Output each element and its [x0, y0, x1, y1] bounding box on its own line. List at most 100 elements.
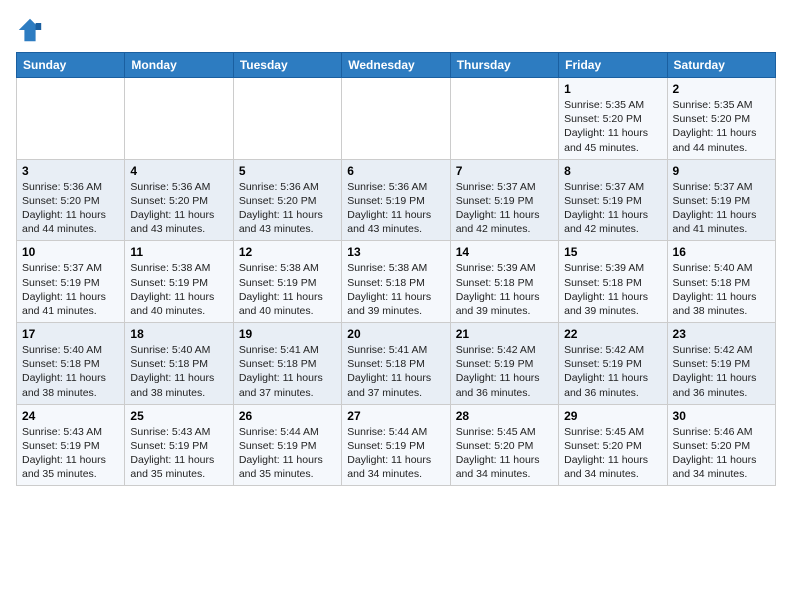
day-number: 21 — [456, 327, 553, 341]
day-info: Sunrise: 5:38 AM Sunset: 5:19 PM Dayligh… — [130, 261, 227, 318]
calendar-cell: 5 Sunrise: 5:36 AM Sunset: 5:20 PM Daylig… — [233, 159, 341, 241]
calendar-week-row: 10 Sunrise: 5:37 AM Sunset: 5:19 PM Dayli… — [17, 241, 776, 323]
day-number: 4 — [130, 164, 227, 178]
day-info: Sunrise: 5:44 AM Sunset: 5:19 PM Dayligh… — [347, 425, 444, 482]
calendar-cell: 18 Sunrise: 5:40 AM Sunset: 5:18 PM Dayli… — [125, 323, 233, 405]
calendar-body: 1 Sunrise: 5:35 AM Sunset: 5:20 PM Daylig… — [17, 78, 776, 486]
calendar-cell: 2Sunrise: 5:35 AM Sunset: 5:20 PM Daylig… — [667, 78, 775, 160]
day-info: Sunrise: 5:36 AM Sunset: 5:19 PM Dayligh… — [347, 180, 444, 237]
day-number: 22 — [564, 327, 661, 341]
day-info: Sunrise: 5:41 AM Sunset: 5:18 PM Dayligh… — [239, 343, 336, 400]
day-info: Sunrise: 5:40 AM Sunset: 5:18 PM Dayligh… — [22, 343, 119, 400]
day-number: 2 — [673, 82, 770, 96]
day-of-week-header: Wednesday — [342, 53, 450, 78]
calendar-cell: 11 Sunrise: 5:38 AM Sunset: 5:19 PM Dayli… — [125, 241, 233, 323]
calendar-cell: 3 Sunrise: 5:36 AM Sunset: 5:20 PM Daylig… — [17, 159, 125, 241]
calendar-cell — [342, 78, 450, 160]
calendar-cell: 21 Sunrise: 5:42 AM Sunset: 5:19 PM Dayli… — [450, 323, 558, 405]
day-number: 15 — [564, 245, 661, 259]
day-info: Sunrise: 5:41 AM Sunset: 5:18 PM Dayligh… — [347, 343, 444, 400]
day-number: 29 — [564, 409, 661, 423]
day-info: Sunrise: 5:35 AM Sunset: 5:20 PM Dayligh… — [564, 98, 661, 155]
day-number: 13 — [347, 245, 444, 259]
day-number: 24 — [22, 409, 119, 423]
day-number: 25 — [130, 409, 227, 423]
day-info: Sunrise: 5:39 AM Sunset: 5:18 PM Dayligh… — [456, 261, 553, 318]
day-number: 28 — [456, 409, 553, 423]
day-number: 5 — [239, 164, 336, 178]
day-of-week-header: Friday — [559, 53, 667, 78]
day-number: 20 — [347, 327, 444, 341]
day-number: 18 — [130, 327, 227, 341]
calendar-cell: 1 Sunrise: 5:35 AM Sunset: 5:20 PM Daylig… — [559, 78, 667, 160]
calendar-cell: 4 Sunrise: 5:36 AM Sunset: 5:20 PM Daylig… — [125, 159, 233, 241]
day-info: Sunrise: 5:36 AM Sunset: 5:20 PM Dayligh… — [239, 180, 336, 237]
day-number: 23 — [673, 327, 770, 341]
calendar-cell: 22Sunrise: 5:42 AM Sunset: 5:19 PM Dayli… — [559, 323, 667, 405]
day-of-week-header: Sunday — [17, 53, 125, 78]
day-number: 12 — [239, 245, 336, 259]
calendar-cell: 12 Sunrise: 5:38 AM Sunset: 5:19 PM Dayli… — [233, 241, 341, 323]
calendar-header: SundayMondayTuesdayWednesdayThursdayFrid… — [17, 53, 776, 78]
day-number: 17 — [22, 327, 119, 341]
calendar-cell: 19 Sunrise: 5:41 AM Sunset: 5:18 PM Dayli… — [233, 323, 341, 405]
day-number: 3 — [22, 164, 119, 178]
day-number: 30 — [673, 409, 770, 423]
day-info: Sunrise: 5:38 AM Sunset: 5:18 PM Dayligh… — [347, 261, 444, 318]
day-number: 8 — [564, 164, 661, 178]
day-number: 14 — [456, 245, 553, 259]
calendar-cell: 23 Sunrise: 5:42 AM Sunset: 5:19 PM Dayli… — [667, 323, 775, 405]
calendar-cell: 6 Sunrise: 5:36 AM Sunset: 5:19 PM Daylig… — [342, 159, 450, 241]
calendar-cell — [450, 78, 558, 160]
calendar-cell: 24Sunrise: 5:43 AM Sunset: 5:19 PM Dayli… — [17, 404, 125, 486]
day-of-week-header: Tuesday — [233, 53, 341, 78]
day-number: 11 — [130, 245, 227, 259]
day-number: 10 — [22, 245, 119, 259]
calendar-table: SundayMondayTuesdayWednesdayThursdayFrid… — [16, 52, 776, 486]
day-of-week-header: Monday — [125, 53, 233, 78]
calendar-cell: 9Sunrise: 5:37 AM Sunset: 5:19 PM Daylig… — [667, 159, 775, 241]
calendar-cell: 29 Sunrise: 5:45 AM Sunset: 5:20 PM Dayli… — [559, 404, 667, 486]
calendar-cell: 14 Sunrise: 5:39 AM Sunset: 5:18 PM Dayli… — [450, 241, 558, 323]
calendar-cell: 8 Sunrise: 5:37 AM Sunset: 5:19 PM Daylig… — [559, 159, 667, 241]
day-info: Sunrise: 5:40 AM Sunset: 5:18 PM Dayligh… — [673, 261, 770, 318]
calendar-cell: 30 Sunrise: 5:46 AM Sunset: 5:20 PM Dayli… — [667, 404, 775, 486]
calendar-cell: 27 Sunrise: 5:44 AM Sunset: 5:19 PM Dayli… — [342, 404, 450, 486]
day-info: Sunrise: 5:42 AM Sunset: 5:19 PM Dayligh… — [673, 343, 770, 400]
calendar-week-row: 1 Sunrise: 5:35 AM Sunset: 5:20 PM Daylig… — [17, 78, 776, 160]
calendar-cell — [17, 78, 125, 160]
day-number: 1 — [564, 82, 661, 96]
day-info: Sunrise: 5:38 AM Sunset: 5:19 PM Dayligh… — [239, 261, 336, 318]
day-info: Sunrise: 5:43 AM Sunset: 5:19 PM Dayligh… — [130, 425, 227, 482]
calendar-cell — [125, 78, 233, 160]
day-info: Sunrise: 5:37 AM Sunset: 5:19 PM Dayligh… — [673, 180, 770, 237]
day-number: 7 — [456, 164, 553, 178]
logo — [16, 16, 48, 44]
day-info: Sunrise: 5:36 AM Sunset: 5:20 PM Dayligh… — [130, 180, 227, 237]
day-info: Sunrise: 5:46 AM Sunset: 5:20 PM Dayligh… — [673, 425, 770, 482]
day-info: Sunrise: 5:42 AM Sunset: 5:19 PM Dayligh… — [456, 343, 553, 400]
calendar-cell: 16 Sunrise: 5:40 AM Sunset: 5:18 PM Dayli… — [667, 241, 775, 323]
day-info: Sunrise: 5:37 AM Sunset: 5:19 PM Dayligh… — [564, 180, 661, 237]
calendar-week-row: 3 Sunrise: 5:36 AM Sunset: 5:20 PM Daylig… — [17, 159, 776, 241]
header-row: SundayMondayTuesdayWednesdayThursdayFrid… — [17, 53, 776, 78]
calendar-cell: 13 Sunrise: 5:38 AM Sunset: 5:18 PM Dayli… — [342, 241, 450, 323]
day-number: 16 — [673, 245, 770, 259]
day-of-week-header: Saturday — [667, 53, 775, 78]
calendar-week-row: 17 Sunrise: 5:40 AM Sunset: 5:18 PM Dayli… — [17, 323, 776, 405]
day-info: Sunrise: 5:40 AM Sunset: 5:18 PM Dayligh… — [130, 343, 227, 400]
day-info: Sunrise: 5:44 AM Sunset: 5:19 PM Dayligh… — [239, 425, 336, 482]
day-info: Sunrise: 5:37 AM Sunset: 5:19 PM Dayligh… — [22, 261, 119, 318]
day-info: Sunrise: 5:45 AM Sunset: 5:20 PM Dayligh… — [564, 425, 661, 482]
day-of-week-header: Thursday — [450, 53, 558, 78]
day-number: 6 — [347, 164, 444, 178]
day-number: 19 — [239, 327, 336, 341]
day-number: 27 — [347, 409, 444, 423]
day-info: Sunrise: 5:45 AM Sunset: 5:20 PM Dayligh… — [456, 425, 553, 482]
calendar-cell: 10 Sunrise: 5:37 AM Sunset: 5:19 PM Dayli… — [17, 241, 125, 323]
calendar-cell: 7Sunrise: 5:37 AM Sunset: 5:19 PM Daylig… — [450, 159, 558, 241]
calendar-week-row: 24 Sunrise: 5:43 AM Sunset: 5:19 PM Dayli… — [17, 404, 776, 486]
day-info: Sunrise: 5:36 AM Sunset: 5:20 PM Dayligh… — [22, 180, 119, 237]
logo-icon — [16, 16, 44, 44]
calendar-cell: 15Sunrise: 5:39 AM Sunset: 5:18 PM Dayli… — [559, 241, 667, 323]
